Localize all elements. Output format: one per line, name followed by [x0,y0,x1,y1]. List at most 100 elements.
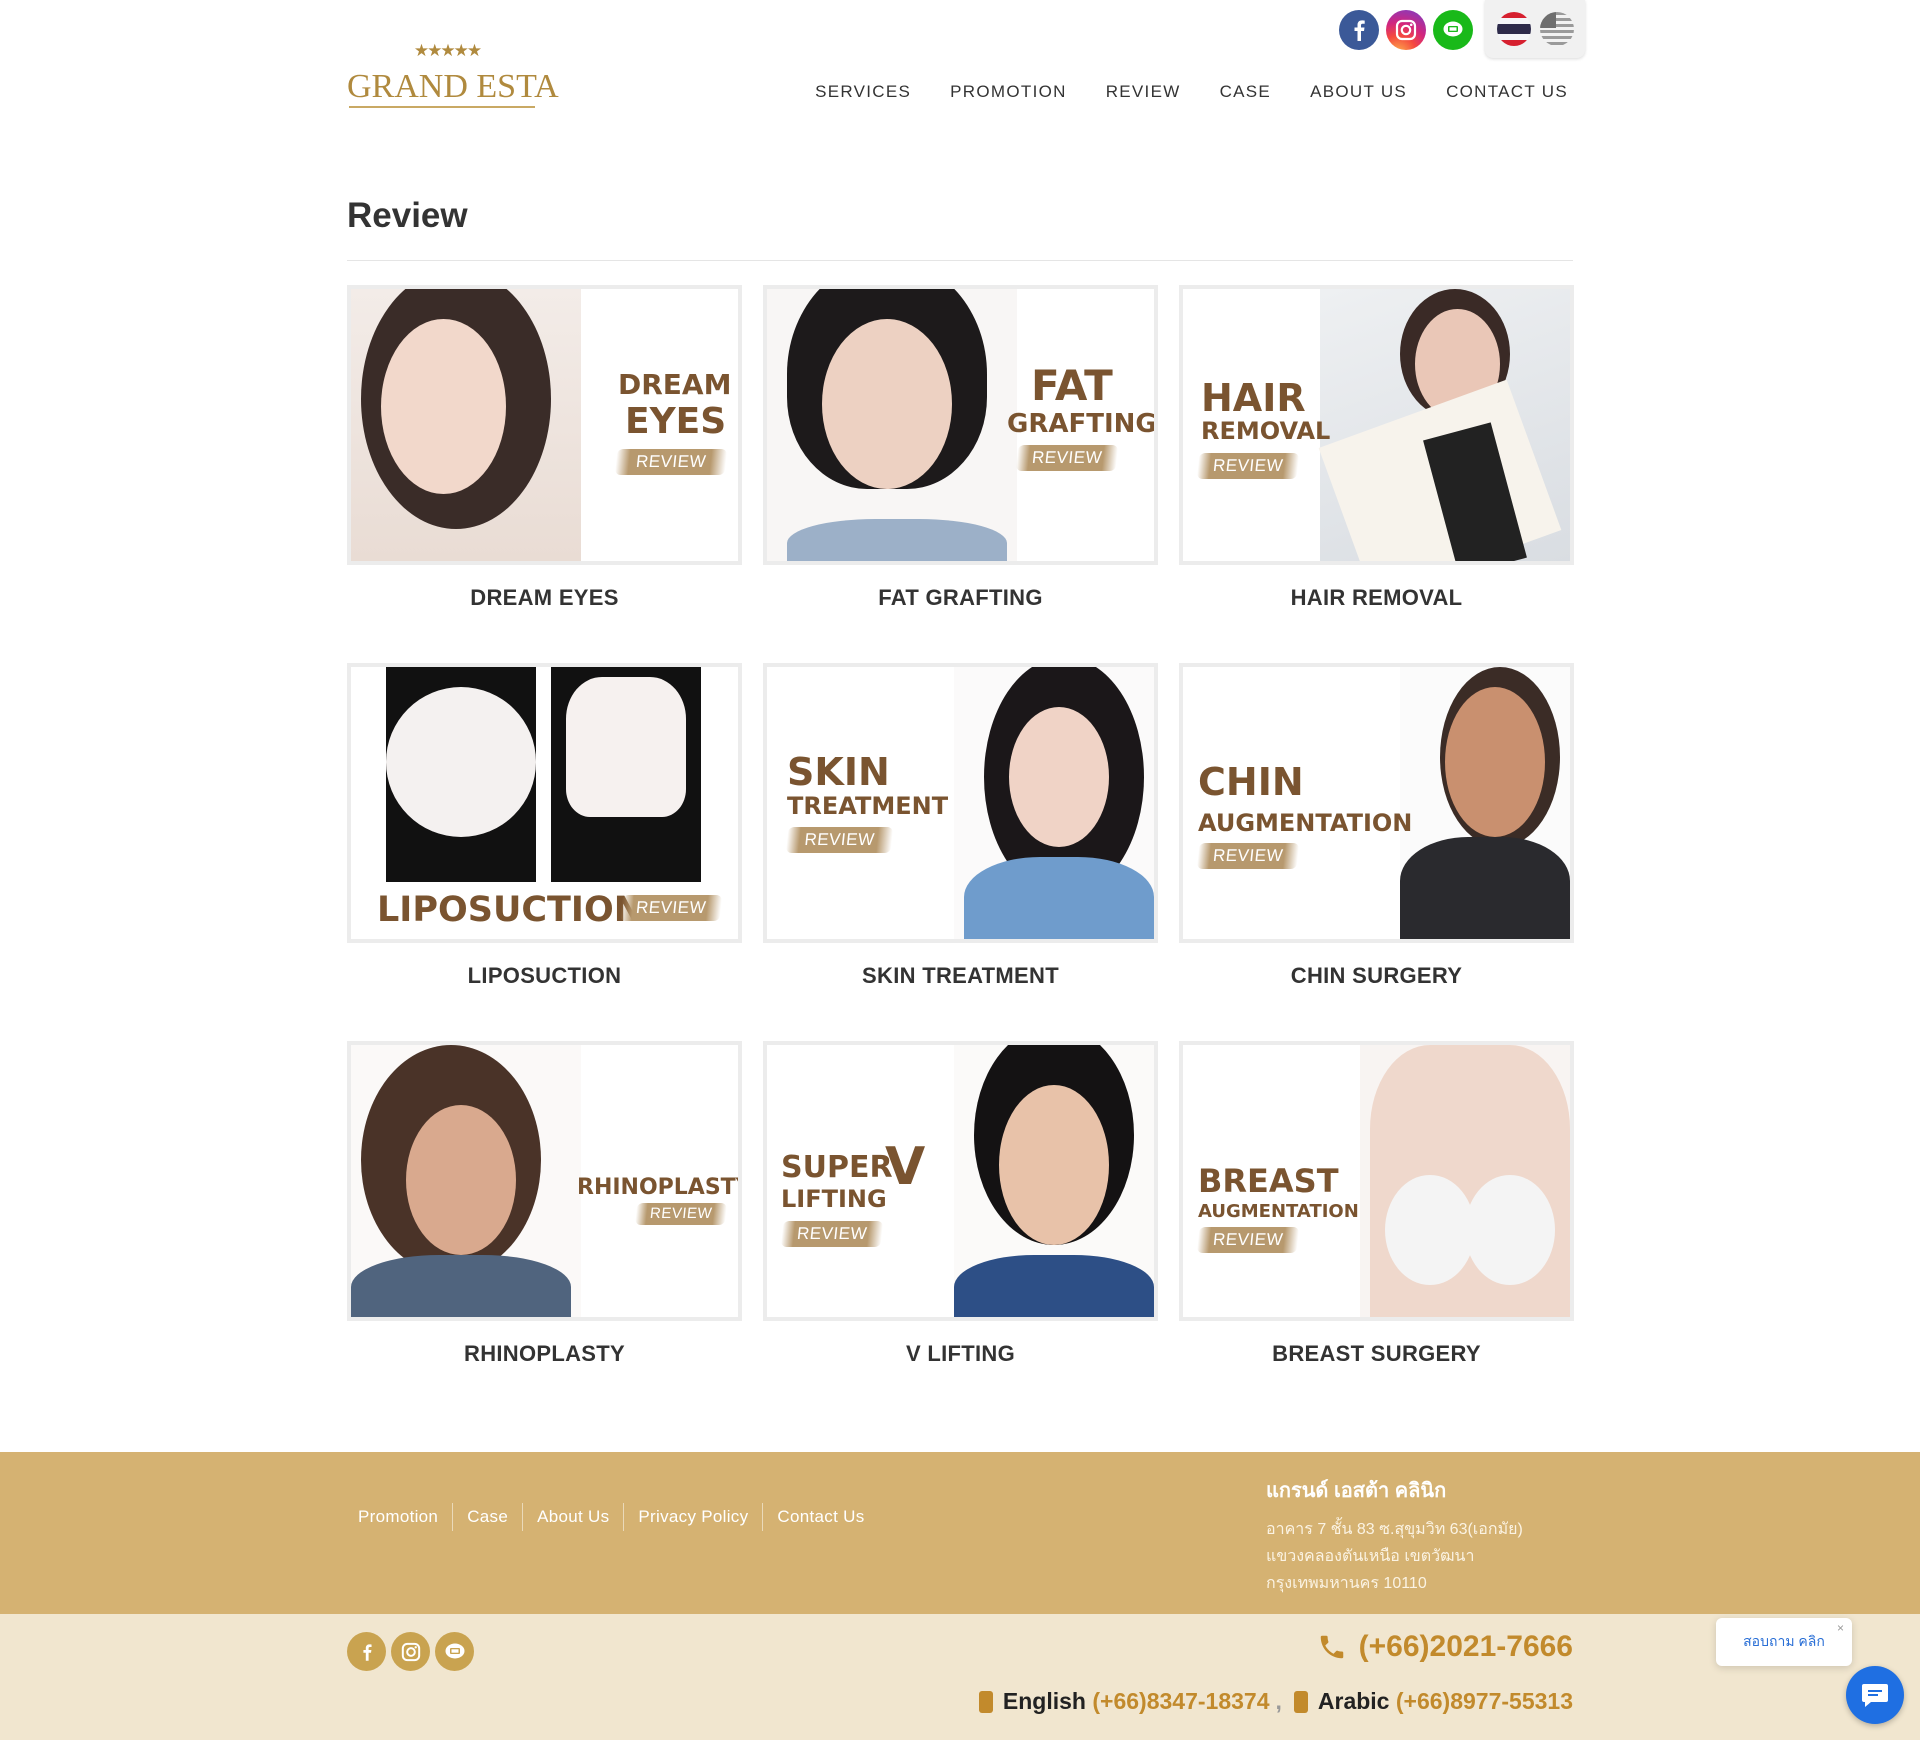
review-thumbnail[interactable]: RHINOPLASTY REVIEW [347,1041,742,1321]
review-thumbnail[interactable]: CHIN AUGMENTATION REVIEW [1179,663,1574,943]
footer-link-promotion[interactable]: Promotion [347,1503,454,1531]
review-photo [351,289,581,561]
nav-contact-us[interactable]: CONTACT US [1446,82,1568,102]
us-flag-icon[interactable] [1539,12,1574,46]
review-card-rhinoplasty[interactable]: RHINOPLASTY REVIEW RHINOPLASTY [347,1041,742,1367]
review-photo [1400,667,1570,939]
review-thumbnail[interactable]: FAT GRAFTING REVIEW [763,285,1158,565]
nav-promotion[interactable]: PROMOTION [950,82,1067,102]
overlay-subtitle: EYES [625,401,727,442]
facebook-icon[interactable] [1339,10,1379,50]
arabic-label: Arabic [1317,1688,1390,1714]
mobile-icon [1293,1690,1308,1713]
logo-underline [349,106,535,108]
nav-review[interactable]: REVIEW [1106,82,1181,102]
language-phone-lines: English (+66)8347-18374 , Arabic (+66)89… [967,1688,1573,1715]
review-photo [954,667,1154,939]
review-badge: REVIEW [780,1221,884,1247]
overlay-title: DREAM [618,368,732,401]
review-caption[interactable]: HAIR REMOVAL [1179,585,1574,611]
logo-stars: ★★★★★ [413,41,482,60]
phone-icon [1320,1635,1343,1659]
language-switcher [1485,0,1585,58]
review-card-skin-treatment[interactable]: SKIN TREATMENT REVIEW SKIN TREATMENT [763,663,1158,989]
nav-case[interactable]: CASE [1220,82,1272,102]
review-photo [954,1045,1154,1317]
review-caption[interactable]: RHINOPLASTY [347,1341,742,1367]
review-card-chin-surgery[interactable]: CHIN AUGMENTATION REVIEW CHIN SURGERY [1179,663,1574,989]
review-badge: REVIEW [1196,843,1300,869]
review-card-fat-grafting[interactable]: FAT GRAFTING REVIEW FAT GRAFTING [763,285,1158,611]
thai-flag-icon[interactable] [1496,12,1531,46]
review-badge: REVIEW [634,1203,728,1225]
review-photo-after [551,667,701,882]
review-caption[interactable]: V LIFTING [763,1341,1158,1367]
page: ★★★★★ GRAND ESTA SERVICES PROMOTION REVI… [0,0,1920,1740]
overlay-title: SKIN [787,750,890,794]
address-line: กรุงเทพมหานคร 10110 [1266,1575,1427,1592]
chat-prompt-text: สอบถาม คลิก [1743,1633,1825,1649]
instagram-icon[interactable] [391,1632,430,1671]
footer-link-about-us[interactable]: About Us [523,1503,625,1531]
review-photo [1318,289,1570,561]
brand-logo[interactable]: ★★★★★ GRAND ESTA [347,36,559,110]
footer-contact-bar [0,1614,1920,1740]
arabic-phone[interactable]: (+66)8977-55313 [1396,1688,1573,1715]
logo-text: GRAND ESTA [347,68,559,105]
review-thumbnail[interactable]: BREAST AUGMENTATION REVIEW [1179,1041,1574,1321]
facebook-icon[interactable] [347,1632,386,1671]
review-caption[interactable]: SKIN TREATMENT [763,963,1158,989]
overlay-title: CHIN [1198,760,1304,804]
footer-link-privacy-policy[interactable]: Privacy Policy [624,1503,764,1531]
review-thumbnail[interactable]: LIPOSUCTION REVIEW [347,663,742,943]
review-photo [351,1045,581,1317]
chat-prompt-bubble[interactable]: สอบถาม คลิก × [1716,1618,1852,1666]
page-title: Review [347,196,468,235]
phone-separator: , [1275,1688,1282,1714]
review-badge: REVIEW [1196,1227,1300,1253]
footer-link-case[interactable]: Case [453,1503,524,1531]
review-card-breast-surgery[interactable]: BREAST AUGMENTATION REVIEW BREAST SURGER… [1179,1041,1574,1367]
review-badge: REVIEW [619,895,723,921]
overlay-subtitle: REMOVAL [1201,417,1331,445]
overlay-subtitle: AUGMENTATION [1198,1201,1359,1222]
review-photo [767,289,1017,561]
review-card-liposuction[interactable]: LIPOSUCTION REVIEW LIPOSUCTION [347,663,742,989]
footer-social-links [347,1632,474,1671]
main-phone-number[interactable]: (+66)2021-7666 [1359,1630,1573,1664]
review-thumbnail[interactable]: SUPER V LIFTING REVIEW [763,1041,1158,1321]
nav-about-us[interactable]: ABOUT US [1310,82,1407,102]
header-social-links [1339,10,1473,50]
close-icon[interactable]: × [1837,1621,1844,1635]
overlay-title: BREAST [1198,1162,1339,1200]
review-caption[interactable]: BREAST SURGERY [1179,1341,1574,1367]
review-caption[interactable]: FAT GRAFTING [763,585,1158,611]
english-phone[interactable]: (+66)8347-18374 [1092,1688,1269,1715]
clinic-name: แกรนด์ เอสต้า คลินิก [1266,1480,1447,1502]
line-icon[interactable] [435,1632,474,1671]
footer-main [0,1452,1920,1614]
overlay-title-v: V [885,1137,926,1197]
review-thumbnail[interactable]: DREAM EYES REVIEW [347,285,742,565]
review-photo [1360,1045,1570,1317]
review-caption[interactable]: DREAM EYES [347,585,742,611]
review-caption[interactable]: LIPOSUCTION [347,963,742,989]
review-caption[interactable]: CHIN SURGERY [1179,963,1574,989]
review-card-hair-removal[interactable]: HAIR REMOVAL REVIEW HAIR REMOVAL [1179,285,1574,611]
review-badge: REVIEW [785,827,894,853]
overlay-title: LIPOSUCTION [377,890,643,930]
review-card-v-lifting[interactable]: SUPER V LIFTING REVIEW V LIFTING [763,1041,1158,1367]
review-card-dream-eyes[interactable]: DREAM EYES REVIEW DREAM EYES [347,285,742,611]
mobile-icon [978,1690,993,1713]
main-phone[interactable]: (+66)2021-7666 [1317,1630,1573,1664]
chat-button[interactable] [1846,1666,1904,1724]
english-label: English [1002,1688,1086,1714]
overlay-subtitle: AUGMENTATION [1198,809,1413,837]
review-thumbnail[interactable]: SKIN TREATMENT REVIEW [763,663,1158,943]
line-icon[interactable] [1433,10,1473,50]
review-badge: REVIEW [614,449,728,475]
instagram-icon[interactable] [1386,10,1426,50]
footer-link-contact-us[interactable]: Contact Us [763,1503,878,1531]
nav-services[interactable]: SERVICES [815,82,911,102]
review-thumbnail[interactable]: HAIR REMOVAL REVIEW [1179,285,1574,565]
